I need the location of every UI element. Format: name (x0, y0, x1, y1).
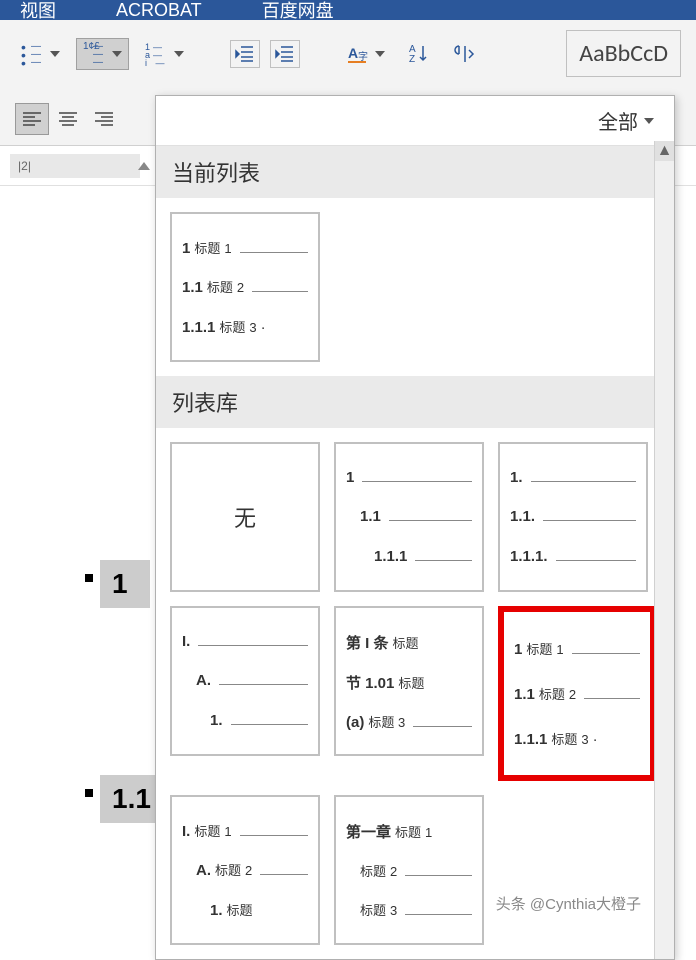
align-left-button[interactable] (15, 103, 49, 135)
list-preview-item-selected[interactable]: 1 标题 1 1.1 标题 2 1.1.1 标题 3· (498, 606, 656, 781)
tab-baidu[interactable]: 百度网盘 (262, 0, 334, 23)
numbered-icon (83, 43, 107, 65)
chevron-down-icon (50, 51, 60, 57)
show-marks-button[interactable] (447, 38, 483, 70)
section-current-list: 当前列表 (156, 146, 674, 198)
list-preview-none[interactable]: 无 (170, 442, 320, 592)
bullets-button[interactable] (15, 39, 66, 69)
list-preview-item[interactable]: 1. 1.1. 1.1.1. (498, 442, 648, 592)
svg-text:Z: Z (409, 54, 415, 65)
svg-text:A: A (348, 45, 358, 61)
sort-button[interactable]: AZ (401, 38, 437, 70)
tab-view[interactable]: 视图 (20, 0, 56, 23)
list-preview-item[interactable]: 1 1.1 1.1.1 (334, 442, 484, 592)
align-center-button[interactable] (51, 103, 85, 135)
decrease-indent-button[interactable] (230, 40, 260, 68)
multilevel-icon (145, 43, 169, 65)
ribbon-tabs: 视图 ACROBAT 百度网盘 (0, 0, 696, 20)
list-preview-item[interactable]: 第一章标题 1 标题 2 标题 3 (334, 795, 484, 945)
section-library: 列表库 (156, 376, 674, 428)
multilevel-list-button[interactable] (139, 39, 190, 69)
list-preview-item[interactable]: I. 标题 1 A. 标题 2 1. 标题 (170, 795, 320, 945)
char-format-button[interactable]: A字 (340, 38, 391, 70)
increase-indent-button[interactable] (270, 40, 300, 68)
scroll-up-icon[interactable]: ▲ (655, 141, 674, 161)
numbered-list-button[interactable] (76, 38, 129, 70)
document-preview: 1.1 (0, 775, 155, 823)
align-group (15, 103, 121, 135)
doc-heading-2: 1.1 (100, 775, 160, 823)
chevron-down-icon (112, 51, 122, 57)
chevron-down-icon (174, 51, 184, 57)
multilevel-list-dropdown: 全部 当前列表 1 标题 1 1.1 标题 2 1.1.1 标题 3· 列表库 … (155, 95, 675, 960)
bullets-icon (21, 43, 45, 65)
list-preview-current[interactable]: 1 标题 1 1.1 标题 2 1.1.1 标题 3· (170, 212, 320, 362)
list-preview-item[interactable]: 第 I 条 标题 节 1.01 标题 (a) 标题 3 (334, 606, 484, 756)
tab-acrobat[interactable]: ACROBAT (116, 0, 202, 21)
align-right-button[interactable] (87, 103, 121, 135)
filter-dropdown[interactable]: 全部 (598, 106, 654, 135)
style-preview[interactable]: AaBbCcD (566, 30, 681, 77)
ruler[interactable]: | 2 | (10, 154, 140, 178)
document-preview: 1 (0, 560, 155, 608)
dropdown-scrollbar[interactable]: ▲ (654, 141, 674, 959)
chevron-down-icon (375, 51, 385, 57)
chevron-down-icon (644, 118, 654, 124)
watermark: 头条 @Cynthia大橙子 (496, 893, 641, 914)
list-preview-item[interactable]: I. A. 1. (170, 606, 320, 756)
doc-heading-1: 1 (100, 560, 150, 608)
